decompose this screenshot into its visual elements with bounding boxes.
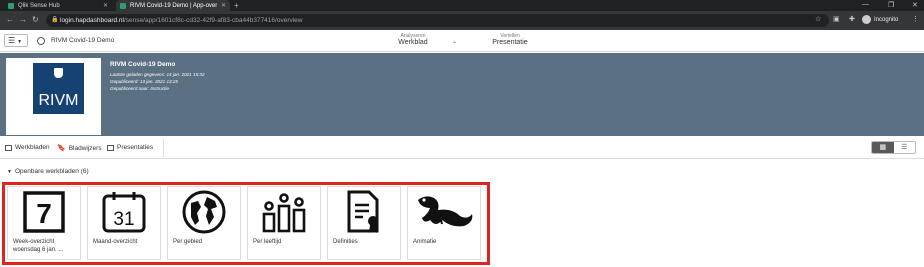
last-loaded: Laatste geladen gegevens: 14 jan. 2021 1… <box>110 72 205 77</box>
new-tab-icon[interactable]: + <box>234 1 239 10</box>
app-title: RIVM Covid-19 Demo <box>51 37 115 44</box>
svg-text:31: 31 <box>113 209 134 230</box>
published-to: Gepubliceerd naar: Instructie <box>110 86 169 91</box>
hamburger-icon: ☰ <box>8 36 16 45</box>
sheet-card-age[interactable]: Per leeftijd <box>247 186 321 260</box>
published-date: Gepubliceerd: 13 jan. 2021 13:25 <box>110 79 178 84</box>
sheet-icon <box>5 144 12 151</box>
browser-toolbar: ← → ↻ 🔒 login.hapdashboard.nl/sense/app/… <box>0 11 924 30</box>
view-toggle: ▦ ☰ <box>871 141 916 154</box>
globe-icon <box>168 187 240 236</box>
tab-presentaties[interactable]: Presentaties <box>107 144 153 151</box>
qlik-header: ☰ ▼ RIVM Covid-19 Demo Analyseren Werkbla… <box>0 30 924 52</box>
certificate-icon <box>328 187 400 236</box>
qlik-favicon-icon <box>8 2 14 9</box>
bookmark-icon: 🔖 <box>57 145 66 152</box>
incognito-avatar-icon <box>862 15 871 24</box>
browser-tab-qlik-hub[interactable]: Qlik Sense Hub ✕ <box>4 0 112 11</box>
close-window-icon[interactable]: ✕ <box>912 1 918 9</box>
app-name: RIVM Covid-19 Demo <box>110 61 176 68</box>
address-bar[interactable]: 🔒 login.hapdashboard.nl/sense/app/1601cf… <box>46 14 829 27</box>
public-sheets-header[interactable]: ▼ Openbare werkbladen (6) <box>7 168 89 175</box>
sheet-card-animation[interactable]: Animatie <box>407 186 481 260</box>
tab-werkbladen[interactable]: Werkbladen <box>5 144 50 151</box>
tab-bladwijzers[interactable]: 🔖 Bladwijzers <box>57 144 102 153</box>
collapse-triangle-icon: ▼ <box>7 169 12 175</box>
app-overview-banner: RIVM RIVM Covid-19 Demo Laatste geladen … <box>0 53 924 136</box>
calendar-7-icon: 7 <box>8 187 80 236</box>
crest-icon <box>54 68 63 78</box>
lizard-icon <box>408 187 480 236</box>
people-bars-icon <box>248 187 320 236</box>
profile-button[interactable]: Incognito <box>862 15 898 24</box>
list-view-icon[interactable]: ☰ <box>893 142 915 153</box>
browser-tab-rivm[interactable]: RIVM Covid-19 Demo | App-over ✕ <box>116 0 230 11</box>
presentation-icon <box>107 144 114 151</box>
browser-tab-strip: Qlik Sense Hub ✕ RIVM Covid-19 Demo | Ap… <box>0 0 924 11</box>
svg-text:7: 7 <box>36 198 52 229</box>
minimize-icon[interactable]: — <box>862 1 869 8</box>
forward-icon[interactable]: → <box>19 15 27 24</box>
sheet-card-week[interactable]: 7 Week-overzicht woensdag 6 jan. ... <box>7 186 81 260</box>
puzzle-icon[interactable]: ✚ <box>849 15 855 23</box>
global-menu-button[interactable]: ☰ ▼ <box>4 34 28 47</box>
sheet-card-month[interactable]: 31 Maand-overzicht <box>87 186 161 260</box>
grid-view-icon[interactable]: ▦ <box>872 142 894 153</box>
lock-icon: 🔒 <box>51 17 59 23</box>
back-icon[interactable]: ← <box>6 15 14 24</box>
reload-icon[interactable]: ↻ <box>32 15 39 24</box>
bookmark-star-icon[interactable]: ☆ <box>815 15 821 23</box>
rivm-logo: RIVM <box>33 63 84 114</box>
maximize-icon[interactable]: ❐ <box>888 1 894 9</box>
more-menu-icon[interactable]: ⋮ <box>912 15 919 23</box>
mode-analyze[interactable]: Analyseren Werkblad <box>398 33 428 46</box>
sheet-card-definitions[interactable]: Definities <box>327 186 401 260</box>
globe-icon <box>37 37 45 45</box>
overview-toolbar: Werkbladen 🔖 Bladwijzers Presentaties ▦ ☰ <box>0 136 924 159</box>
sheet-card-region[interactable]: Per gebied <box>167 186 241 260</box>
divider <box>163 138 164 158</box>
mode-tell[interactable]: Vertellen Presentatie <box>492 33 528 46</box>
qlik-favicon-icon <box>120 2 126 9</box>
chevron-down-icon: ▼ <box>17 39 23 45</box>
chevron-down-icon[interactable]: ⌄ <box>452 38 457 45</box>
close-tab-icon[interactable]: ✕ <box>103 2 108 9</box>
calendar-31-icon: 31 <box>88 187 160 236</box>
close-tab-icon[interactable]: ✕ <box>221 2 226 9</box>
app-thumbnail: RIVM <box>6 58 101 135</box>
extension-icon[interactable]: ▣ <box>833 15 840 23</box>
